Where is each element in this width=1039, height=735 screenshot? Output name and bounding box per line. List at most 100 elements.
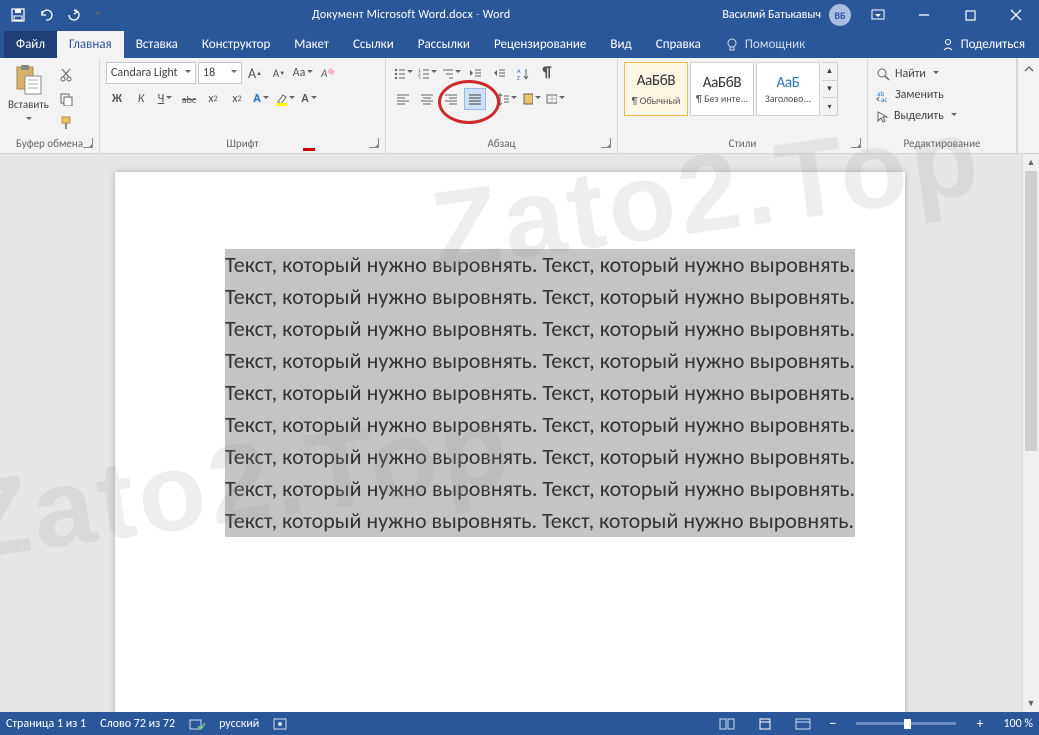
style-no-spacing[interactable]: АаБбВ¶ Без инте...	[690, 62, 754, 116]
zoom-slider[interactable]	[856, 722, 956, 725]
dialog-launcher-icon[interactable]	[851, 138, 861, 148]
numbering-icon[interactable]: 123	[416, 62, 438, 84]
ribbon: Вставить Буфер обмена Candara Light 18 A…	[0, 58, 1039, 154]
vertical-scrollbar[interactable]: ▲ ▼	[1022, 154, 1039, 712]
superscript-button[interactable]: x2	[226, 88, 248, 110]
align-right-icon[interactable]	[440, 88, 462, 110]
maximize-button[interactable]	[947, 0, 993, 30]
undo-icon[interactable]	[34, 3, 58, 27]
font-name-select[interactable]: Candara Light	[106, 62, 196, 84]
group-label: Буфер обмена	[6, 135, 93, 153]
tab-home[interactable]: Главная	[57, 31, 124, 58]
decrease-indent-icon[interactable]	[464, 62, 486, 84]
shrink-font-icon[interactable]: A▼	[268, 62, 290, 84]
tab-review[interactable]: Рецензирование	[482, 31, 598, 58]
change-case-icon[interactable]: Aa	[292, 62, 314, 84]
increase-indent-icon[interactable]	[488, 62, 510, 84]
word-count[interactable]: Слово 72 из 72	[100, 717, 175, 731]
text-effects-icon[interactable]: A	[250, 88, 272, 110]
spellcheck-icon[interactable]	[189, 717, 205, 731]
app-name: Word	[483, 8, 511, 22]
tab-layout[interactable]: Макет	[282, 31, 341, 58]
italic-button[interactable]: К	[130, 88, 152, 110]
gallery-expand-icon[interactable]: ▲▼▾	[822, 62, 838, 116]
page-indicator[interactable]: Страница 1 из 1	[6, 717, 86, 731]
replace-button[interactable]: abacЗаменить	[874, 85, 946, 105]
align-center-icon[interactable]	[416, 88, 438, 110]
select-button[interactable]: Выделить	[874, 106, 959, 126]
print-layout-icon[interactable]	[753, 715, 777, 733]
tab-view[interactable]: Вид	[598, 31, 643, 58]
svg-text:Z: Z	[517, 74, 520, 80]
tab-help[interactable]: Справка	[644, 31, 713, 58]
sort-icon[interactable]: AZ	[512, 62, 534, 84]
language-indicator[interactable]: русский	[219, 717, 259, 731]
save-icon[interactable]	[6, 3, 30, 27]
style-normal[interactable]: АаБбВ¶ Обычный	[624, 62, 688, 116]
tell-me[interactable]: Помощник	[713, 31, 817, 58]
group-label: Абзац	[392, 135, 611, 153]
group-label: Редактирование	[874, 135, 1010, 153]
macro-icon[interactable]	[273, 718, 287, 730]
ribbon-tabs: Файл Главная Вставка Конструктор Макет С…	[0, 30, 1039, 58]
bullets-icon[interactable]	[392, 62, 414, 84]
group-font: Candara Light 18 A▲ A▼ Aa A Ж К Ч abc x2…	[100, 58, 386, 153]
web-layout-icon[interactable]	[791, 715, 815, 733]
close-button[interactable]	[993, 0, 1039, 30]
format-painter-icon[interactable]	[55, 112, 77, 134]
scroll-thumb[interactable]	[1025, 171, 1037, 451]
ribbon-display-icon[interactable]	[855, 0, 901, 30]
justify-icon[interactable]	[464, 88, 486, 110]
show-marks-icon[interactable]: ¶	[536, 62, 558, 84]
copy-icon[interactable]	[55, 88, 77, 110]
user-area[interactable]: Василий Батькавыч ВБ	[718, 4, 855, 26]
avatar: ВБ	[829, 4, 851, 26]
shading-icon[interactable]	[520, 88, 542, 110]
zoom-out-button[interactable]: −	[829, 715, 836, 733]
grow-font-icon[interactable]: A▲	[244, 62, 266, 84]
strike-button[interactable]: abc	[178, 88, 200, 110]
clear-format-icon[interactable]: A	[316, 62, 338, 84]
select-icon	[876, 110, 889, 123]
highlight-icon[interactable]	[274, 88, 296, 110]
read-mode-icon[interactable]	[715, 715, 739, 733]
style-heading1[interactable]: АаБЗаголово...	[756, 62, 820, 116]
paste-button[interactable]: Вставить	[6, 62, 51, 128]
tab-file[interactable]: Файл	[4, 31, 57, 58]
styles-gallery[interactable]: АаБбВ¶ Обычный АаБбВ¶ Без инте... АаБЗаг…	[624, 62, 838, 116]
svg-text:A: A	[320, 67, 328, 80]
subscript-button[interactable]: x2	[202, 88, 224, 110]
scroll-down-icon[interactable]: ▼	[1023, 695, 1039, 712]
font-size-select[interactable]: 18	[198, 62, 242, 84]
borders-icon[interactable]	[544, 88, 566, 110]
page[interactable]: Текст, который нужно выровнять. Текст, к…	[115, 172, 905, 712]
cut-icon[interactable]	[55, 64, 77, 86]
document-name: Документ Microsoft Word.docx	[312, 8, 473, 22]
dialog-launcher-icon[interactable]	[369, 138, 379, 148]
status-bar: Страница 1 из 1 Слово 72 из 72 русский −…	[0, 712, 1039, 735]
dialog-launcher-icon[interactable]	[601, 138, 611, 148]
tab-design[interactable]: Конструктор	[190, 31, 282, 58]
font-color-icon[interactable]: A	[298, 88, 320, 110]
tab-insert[interactable]: Вставка	[124, 31, 190, 58]
group-styles: АаБбВ¶ Обычный АаБбВ¶ Без инте... АаБЗаг…	[618, 58, 868, 153]
zoom-level[interactable]: 100 %	[1003, 717, 1033, 731]
redo-icon[interactable]	[62, 3, 86, 27]
line-spacing-icon[interactable]	[496, 88, 518, 110]
align-left-icon[interactable]	[392, 88, 414, 110]
multilevel-icon[interactable]	[440, 62, 462, 84]
underline-button[interactable]: Ч	[154, 88, 176, 110]
zoom-in-button[interactable]: +	[976, 715, 983, 732]
selected-text[interactable]: Текст, который нужно выровнять. Текст, к…	[225, 249, 855, 537]
collapse-ribbon-icon[interactable]	[1017, 58, 1039, 153]
find-button[interactable]: Найти	[874, 64, 941, 84]
qat-customize-icon[interactable]	[90, 3, 104, 27]
tab-references[interactable]: Ссылки	[341, 31, 406, 58]
dialog-launcher-icon[interactable]	[83, 138, 93, 148]
bold-button[interactable]: Ж	[106, 88, 128, 110]
minimize-button[interactable]	[901, 0, 947, 30]
title-bar: Документ Microsoft Word.docx - Word Васи…	[0, 0, 1039, 30]
tab-mailings[interactable]: Рассылки	[406, 31, 482, 58]
share-button[interactable]: Поделиться	[927, 31, 1039, 58]
scroll-up-icon[interactable]: ▲	[1023, 154, 1039, 171]
